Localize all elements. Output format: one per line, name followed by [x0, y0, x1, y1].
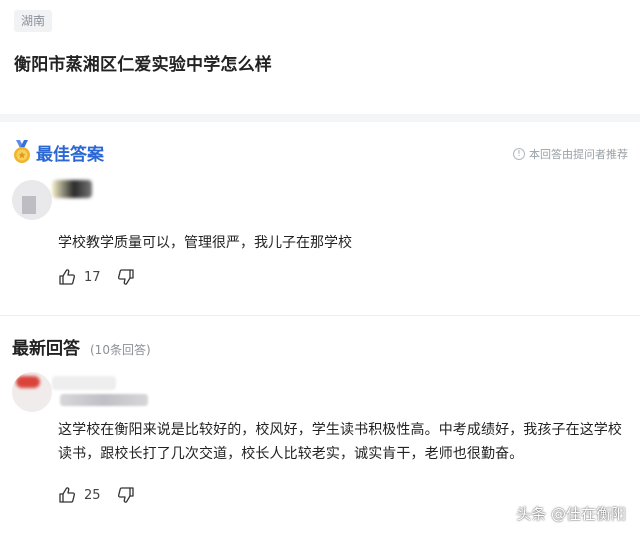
avatar[interactable] — [12, 372, 52, 412]
like-count: 25 — [84, 487, 101, 503]
best-answer-title: 最佳答案 — [36, 144, 104, 165]
medal-icon — [14, 140, 30, 163]
answers-card: 最佳答案 ! 本回答由提问者推荐 学校教学质量可以，管理很严，我儿子在那学校 1… — [0, 122, 640, 538]
thumbs-up-icon[interactable] — [58, 268, 76, 286]
avatar[interactable] — [12, 180, 52, 220]
thumbs-down-icon[interactable] — [117, 268, 135, 286]
question-card: 湖南 衡阳市蒸湘区仁爱实验中学怎么样 — [0, 0, 640, 114]
watermark: 头条 @佳在衡阳 — [516, 505, 626, 523]
best-answer-text: 学校教学质量可以，管理很严，我儿子在那学校 — [58, 235, 352, 251]
recent-answers-header: 最新回答 (10条回答) — [12, 334, 151, 359]
question-title: 衡阳市蒸湘区仁爱实验中学怎么样 — [14, 55, 272, 75]
recent-answer-actions: 25 — [58, 486, 135, 504]
asker-recommended-note: ! 本回答由提问者推荐 — [513, 146, 628, 162]
info-icon: ! — [513, 148, 525, 160]
blurred-username[interactable] — [52, 180, 92, 198]
asker-note-text: 本回答由提问者推荐 — [529, 148, 628, 161]
thumbs-up-icon[interactable] — [58, 486, 76, 504]
best-answer-header: 最佳答案 — [12, 140, 104, 165]
section-divider — [0, 315, 640, 316]
region-tag[interactable]: 湖南 — [14, 10, 53, 32]
recent-answers-title: 最新回答 — [12, 339, 80, 359]
answer-count[interactable]: (10条回答) — [90, 341, 151, 358]
blurred-date — [60, 394, 148, 406]
blurred-username[interactable] — [52, 376, 116, 390]
best-answer-actions: 17 — [58, 268, 135, 286]
thumbs-down-icon[interactable] — [117, 486, 135, 504]
like-count: 17 — [84, 269, 101, 285]
recent-answer-text: 这学校在衡阳来说是比较好的，校风好，学生读书积极性高。中考成绩好，我孩子在这学校… — [58, 422, 622, 462]
